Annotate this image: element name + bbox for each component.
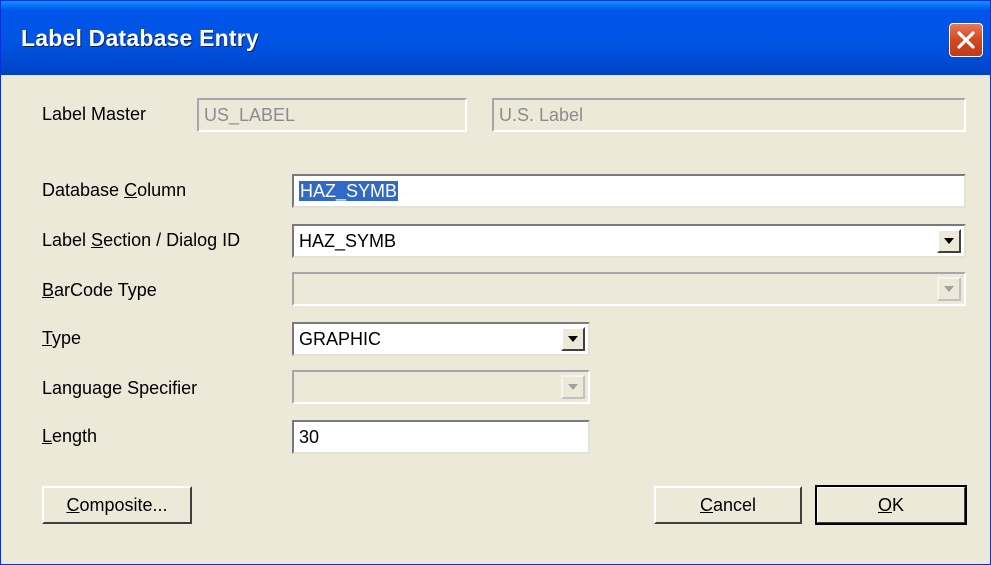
close-icon bbox=[957, 31, 975, 49]
length-input[interactable]: 30 bbox=[292, 420, 590, 454]
close-button[interactable] bbox=[949, 23, 983, 57]
label-section-value: HAZ_SYMB bbox=[299, 231, 397, 251]
chevron-down-icon bbox=[568, 384, 578, 390]
barcode-type-label: BarCode Type bbox=[42, 280, 157, 300]
composite-button[interactable]: Composite... bbox=[42, 486, 192, 524]
label-section-label: Label Section / Dialog ID bbox=[42, 230, 241, 250]
chevron-down-icon bbox=[944, 238, 954, 244]
label-master-label: Label Master bbox=[42, 104, 147, 124]
database-column-input[interactable]: HAZ_SYMB bbox=[292, 174, 966, 208]
barcode-type-dropdown-button bbox=[937, 277, 961, 301]
title-bar[interactable]: Label Database Entry bbox=[1, 1, 990, 75]
label-master-code-value: US_LABEL bbox=[204, 105, 296, 125]
length-label: Length bbox=[42, 426, 98, 446]
database-column-value: HAZ_SYMB bbox=[299, 181, 399, 201]
label-section-combobox[interactable]: HAZ_SYMB bbox=[292, 224, 966, 258]
label-section-dropdown-button[interactable] bbox=[937, 229, 961, 253]
language-specifier-label: Language Specifier bbox=[42, 378, 198, 398]
database-column-label: Database Column bbox=[42, 180, 187, 200]
label-database-entry-dialog: Label Database Entry Label Master US_LAB… bbox=[0, 0, 991, 565]
cancel-button[interactable]: Cancel bbox=[654, 486, 802, 524]
language-specifier-dropdown-button bbox=[561, 375, 585, 399]
length-value: 30 bbox=[299, 427, 320, 447]
label-master-name-value: U.S. Label bbox=[499, 105, 584, 125]
label-master-name-field: U.S. Label bbox=[492, 98, 966, 132]
barcode-type-combobox bbox=[292, 272, 966, 306]
type-combobox[interactable]: GRAPHIC bbox=[292, 322, 590, 356]
ok-button[interactable]: OK bbox=[815, 485, 967, 525]
type-value: GRAPHIC bbox=[299, 329, 382, 349]
chevron-down-icon bbox=[944, 286, 954, 292]
type-dropdown-button[interactable] bbox=[561, 327, 585, 351]
label-master-code-field: US_LABEL bbox=[197, 98, 467, 132]
window-title: Label Database Entry bbox=[21, 25, 259, 51]
language-specifier-combobox bbox=[292, 370, 590, 404]
type-label: Type bbox=[42, 328, 82, 348]
chevron-down-icon bbox=[568, 336, 578, 342]
